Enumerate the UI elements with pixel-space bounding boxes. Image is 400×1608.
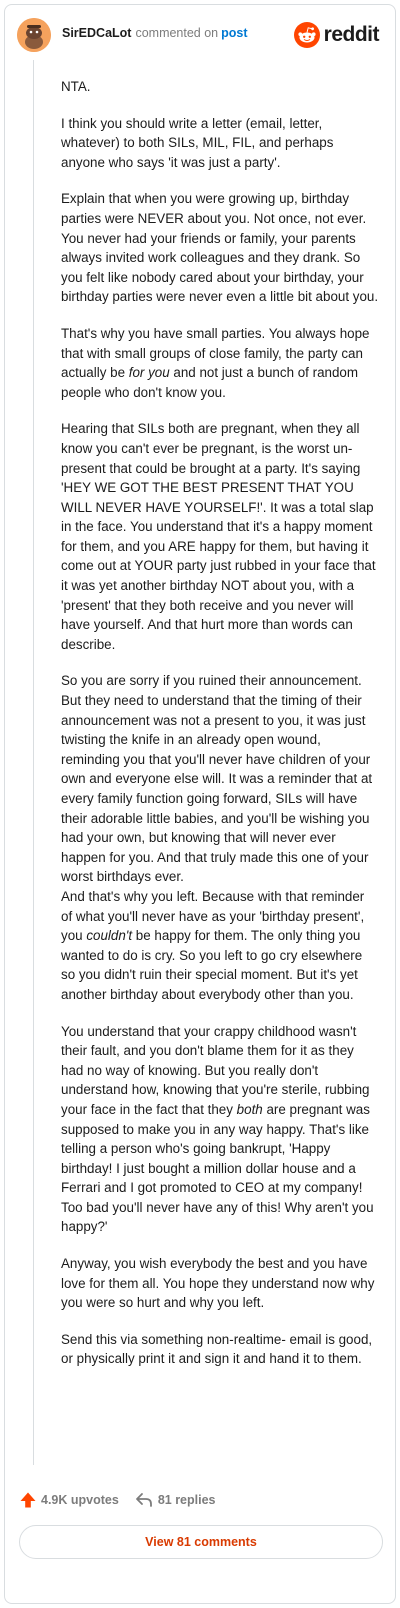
snoo-avatar-icon[interactable] (17, 18, 51, 52)
comment-meta: SirEDCaLot commented on post (62, 26, 248, 40)
comment-paragraph: That's why you have small parties. You a… (61, 324, 379, 402)
reddit-alien-icon (293, 22, 320, 48)
view-comments-button[interactable]: View 81 comments (19, 1525, 383, 1559)
upvote-count: 4.9K upvotes (41, 1493, 119, 1507)
thread-line[interactable] (33, 60, 34, 1465)
comment-paragraph: Hearing that SILs both are pregnant, whe… (61, 421, 376, 652)
replies-button[interactable]: 81 replies (135, 1492, 216, 1508)
comment-paragraph: You understand that your crappy childhoo… (61, 1022, 379, 1238)
comment-paragraph: And that's why you left. Because with th… (61, 887, 379, 1005)
comment-card: SirEDCaLot commented on post reddit NTA. I… (4, 4, 396, 1604)
upvote-button[interactable]: 4.9K upvotes (19, 1491, 119, 1509)
post-link[interactable]: post (221, 26, 247, 40)
replies-count: 81 replies (157, 1493, 216, 1507)
comment-paragraph: NTA. (61, 79, 91, 94)
emphasis-text: couldn't (86, 928, 133, 944)
comment-body: NTA. I think you should write a letter (… (61, 77, 379, 1386)
comment-actions: 4.9K upvotes 81 replies (19, 1489, 216, 1511)
reddit-brand[interactable]: reddit (293, 20, 380, 50)
emphasis-text: both (236, 1101, 263, 1117)
username-link[interactable]: SirEDCaLot (62, 26, 131, 40)
comment-paragraph: Anyway, you wish everybody the best and … (61, 1256, 375, 1311)
reply-arrow-icon (135, 1493, 152, 1507)
comment-paragraph: Explain that when you were growing up, b… (61, 191, 379, 305)
meta-verb: commented on (135, 26, 219, 40)
emphasis-text: for you (128, 365, 170, 381)
upvote-arrow-icon (20, 1492, 36, 1508)
comment-paragraph: Send this via something non-realtime- em… (61, 1331, 373, 1367)
comment-header: SirEDCaLot commented on post reddit (17, 18, 383, 52)
paragraph-text: are pregnant was supposed to make you in… (61, 1101, 374, 1235)
comment-paragraph: I think you should write a letter (email… (61, 115, 334, 170)
comment-paragraph: So you are sorry if you ruined their ann… (61, 673, 373, 885)
reddit-wordmark: reddit (323, 23, 380, 46)
